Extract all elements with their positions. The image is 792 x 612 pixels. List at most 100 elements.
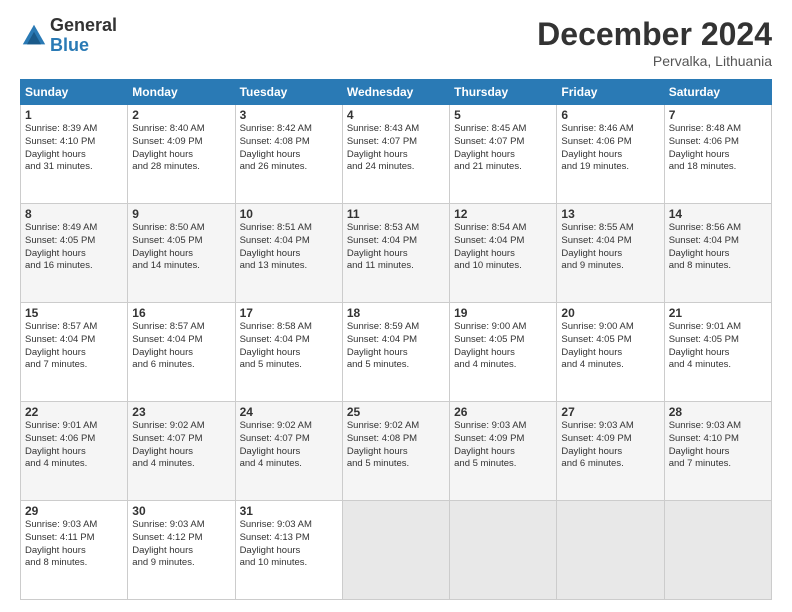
day-number: 12: [454, 207, 552, 221]
calendar-cell: 10Sunrise: 8:51 AMSunset: 4:04 PMDayligh…: [235, 204, 342, 303]
day-info: Sunrise: 9:03 AMSunset: 4:09 PMDaylight …: [561, 420, 659, 471]
day-info: Sunrise: 8:55 AMSunset: 4:04 PMDaylight …: [561, 222, 659, 273]
day-info: Sunrise: 9:03 AMSunset: 4:10 PMDaylight …: [669, 420, 767, 471]
calendar-week-row: 29Sunrise: 9:03 AMSunset: 4:11 PMDayligh…: [21, 501, 772, 600]
calendar-cell: 26Sunrise: 9:03 AMSunset: 4:09 PMDayligh…: [450, 402, 557, 501]
day-info: Sunrise: 8:43 AMSunset: 4:07 PMDaylight …: [347, 123, 445, 174]
day-number: 23: [132, 405, 230, 419]
calendar-cell: 19Sunrise: 9:00 AMSunset: 4:05 PMDayligh…: [450, 303, 557, 402]
day-info: Sunrise: 8:46 AMSunset: 4:06 PMDaylight …: [561, 123, 659, 174]
day-info: Sunrise: 8:58 AMSunset: 4:04 PMDaylight …: [240, 321, 338, 372]
calendar-cell: 29Sunrise: 9:03 AMSunset: 4:11 PMDayligh…: [21, 501, 128, 600]
day-number: 4: [347, 108, 445, 122]
calendar-cell: 2Sunrise: 8:40 AMSunset: 4:09 PMDaylight…: [128, 105, 235, 204]
logo: General Blue: [20, 16, 117, 56]
day-info: Sunrise: 9:01 AMSunset: 4:06 PMDaylight …: [25, 420, 123, 471]
calendar-cell: 12Sunrise: 8:54 AMSunset: 4:04 PMDayligh…: [450, 204, 557, 303]
calendar-cell: 22Sunrise: 9:01 AMSunset: 4:06 PMDayligh…: [21, 402, 128, 501]
day-number: 31: [240, 504, 338, 518]
day-info: Sunrise: 8:49 AMSunset: 4:05 PMDaylight …: [25, 222, 123, 273]
page: General Blue December 2024 Pervalka, Lit…: [0, 0, 792, 612]
calendar-week-row: 22Sunrise: 9:01 AMSunset: 4:06 PMDayligh…: [21, 402, 772, 501]
day-number: 14: [669, 207, 767, 221]
day-number: 10: [240, 207, 338, 221]
calendar-cell: [342, 501, 449, 600]
calendar-cell: 6Sunrise: 8:46 AMSunset: 4:06 PMDaylight…: [557, 105, 664, 204]
calendar-day-header: Tuesday: [235, 80, 342, 105]
calendar-cell: 30Sunrise: 9:03 AMSunset: 4:12 PMDayligh…: [128, 501, 235, 600]
day-number: 3: [240, 108, 338, 122]
calendar-cell: 20Sunrise: 9:00 AMSunset: 4:05 PMDayligh…: [557, 303, 664, 402]
day-number: 13: [561, 207, 659, 221]
calendar-cell: 23Sunrise: 9:02 AMSunset: 4:07 PMDayligh…: [128, 402, 235, 501]
calendar-cell: 1Sunrise: 8:39 AMSunset: 4:10 PMDaylight…: [21, 105, 128, 204]
day-info: Sunrise: 8:50 AMSunset: 4:05 PMDaylight …: [132, 222, 230, 273]
day-info: Sunrise: 8:53 AMSunset: 4:04 PMDaylight …: [347, 222, 445, 273]
day-info: Sunrise: 8:57 AMSunset: 4:04 PMDaylight …: [25, 321, 123, 372]
day-info: Sunrise: 8:39 AMSunset: 4:10 PMDaylight …: [25, 123, 123, 174]
day-number: 1: [25, 108, 123, 122]
day-info: Sunrise: 9:03 AMSunset: 4:11 PMDaylight …: [25, 519, 123, 570]
calendar-day-header: Saturday: [664, 80, 771, 105]
calendar-day-header: Sunday: [21, 80, 128, 105]
day-info: Sunrise: 8:40 AMSunset: 4:09 PMDaylight …: [132, 123, 230, 174]
day-number: 8: [25, 207, 123, 221]
month-title: December 2024: [537, 16, 772, 53]
day-number: 11: [347, 207, 445, 221]
calendar-cell: 17Sunrise: 8:58 AMSunset: 4:04 PMDayligh…: [235, 303, 342, 402]
day-number: 16: [132, 306, 230, 320]
day-number: 7: [669, 108, 767, 122]
calendar-cell: 27Sunrise: 9:03 AMSunset: 4:09 PMDayligh…: [557, 402, 664, 501]
calendar-week-row: 8Sunrise: 8:49 AMSunset: 4:05 PMDaylight…: [21, 204, 772, 303]
calendar-week-row: 1Sunrise: 8:39 AMSunset: 4:10 PMDaylight…: [21, 105, 772, 204]
calendar-cell: 16Sunrise: 8:57 AMSunset: 4:04 PMDayligh…: [128, 303, 235, 402]
calendar-table: SundayMondayTuesdayWednesdayThursdayFrid…: [20, 79, 772, 600]
calendar-day-header: Wednesday: [342, 80, 449, 105]
day-info: Sunrise: 8:57 AMSunset: 4:04 PMDaylight …: [132, 321, 230, 372]
logo-icon: [20, 22, 48, 50]
day-info: Sunrise: 9:02 AMSunset: 4:07 PMDaylight …: [240, 420, 338, 471]
day-number: 29: [25, 504, 123, 518]
calendar-day-header: Friday: [557, 80, 664, 105]
day-info: Sunrise: 9:02 AMSunset: 4:07 PMDaylight …: [132, 420, 230, 471]
day-info: Sunrise: 9:01 AMSunset: 4:05 PMDaylight …: [669, 321, 767, 372]
day-number: 30: [132, 504, 230, 518]
calendar-day-header: Thursday: [450, 80, 557, 105]
logo-text: General Blue: [50, 16, 117, 56]
title-section: December 2024 Pervalka, Lithuania: [537, 16, 772, 69]
day-info: Sunrise: 8:51 AMSunset: 4:04 PMDaylight …: [240, 222, 338, 273]
calendar-cell: 8Sunrise: 8:49 AMSunset: 4:05 PMDaylight…: [21, 204, 128, 303]
day-info: Sunrise: 8:48 AMSunset: 4:06 PMDaylight …: [669, 123, 767, 174]
calendar-cell: 7Sunrise: 8:48 AMSunset: 4:06 PMDaylight…: [664, 105, 771, 204]
calendar-cell: [450, 501, 557, 600]
day-number: 24: [240, 405, 338, 419]
day-number: 27: [561, 405, 659, 419]
calendar-cell: 13Sunrise: 8:55 AMSunset: 4:04 PMDayligh…: [557, 204, 664, 303]
calendar-week-row: 15Sunrise: 8:57 AMSunset: 4:04 PMDayligh…: [21, 303, 772, 402]
calendar-cell: 4Sunrise: 8:43 AMSunset: 4:07 PMDaylight…: [342, 105, 449, 204]
day-number: 6: [561, 108, 659, 122]
calendar-cell: 5Sunrise: 8:45 AMSunset: 4:07 PMDaylight…: [450, 105, 557, 204]
calendar-cell: 3Sunrise: 8:42 AMSunset: 4:08 PMDaylight…: [235, 105, 342, 204]
calendar-day-header: Monday: [128, 80, 235, 105]
calendar-cell: [664, 501, 771, 600]
calendar-cell: 31Sunrise: 9:03 AMSunset: 4:13 PMDayligh…: [235, 501, 342, 600]
calendar-cell: 25Sunrise: 9:02 AMSunset: 4:08 PMDayligh…: [342, 402, 449, 501]
header: General Blue December 2024 Pervalka, Lit…: [20, 16, 772, 69]
day-number: 18: [347, 306, 445, 320]
calendar-cell: 15Sunrise: 8:57 AMSunset: 4:04 PMDayligh…: [21, 303, 128, 402]
calendar-cell: 9Sunrise: 8:50 AMSunset: 4:05 PMDaylight…: [128, 204, 235, 303]
calendar-cell: 28Sunrise: 9:03 AMSunset: 4:10 PMDayligh…: [664, 402, 771, 501]
day-info: Sunrise: 9:03 AMSunset: 4:12 PMDaylight …: [132, 519, 230, 570]
calendar-cell: 14Sunrise: 8:56 AMSunset: 4:04 PMDayligh…: [664, 204, 771, 303]
calendar-cell: [557, 501, 664, 600]
day-number: 2: [132, 108, 230, 122]
day-info: Sunrise: 9:00 AMSunset: 4:05 PMDaylight …: [561, 321, 659, 372]
day-info: Sunrise: 9:03 AMSunset: 4:13 PMDaylight …: [240, 519, 338, 570]
day-number: 15: [25, 306, 123, 320]
calendar-header-row: SundayMondayTuesdayWednesdayThursdayFrid…: [21, 80, 772, 105]
day-number: 20: [561, 306, 659, 320]
day-info: Sunrise: 8:54 AMSunset: 4:04 PMDaylight …: [454, 222, 552, 273]
day-number: 5: [454, 108, 552, 122]
day-number: 26: [454, 405, 552, 419]
